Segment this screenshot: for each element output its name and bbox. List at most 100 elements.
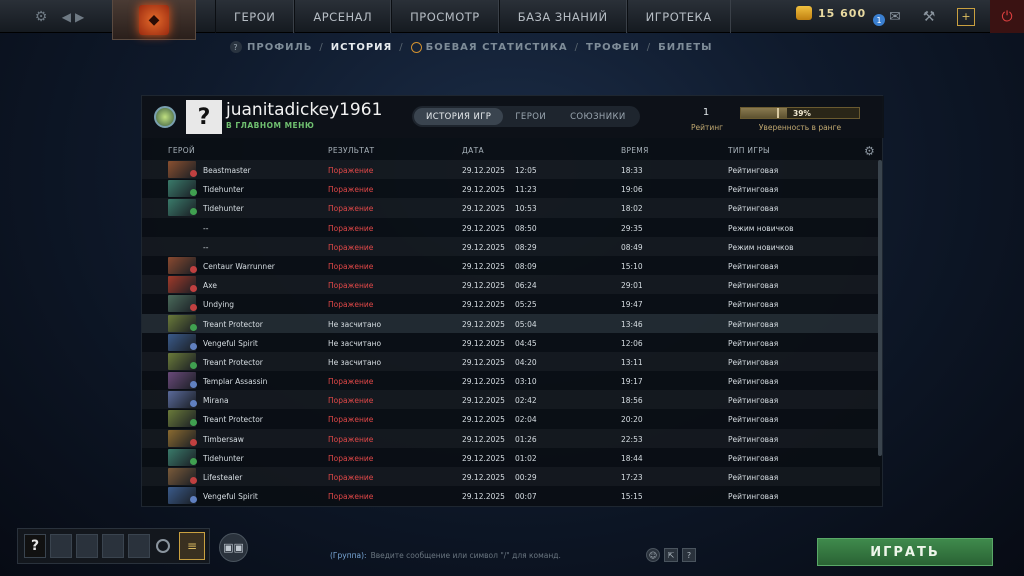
match-duration: 20:20 — [621, 415, 643, 425]
settings-icon[interactable]: ⚙ — [864, 144, 875, 158]
emoji-icon[interactable]: ☺ — [646, 548, 660, 562]
game-type: Рейтинговая — [728, 377, 779, 387]
party-slot[interactable] — [128, 534, 150, 558]
subnav-tickets[interactable]: БИЛЕТЫ — [658, 42, 712, 53]
table-row[interactable]: Templar Assassin Поражение 29.12.2025 03:10… — [142, 371, 880, 390]
hero-role-icon — [190, 477, 197, 484]
match-duration: 19:47 — [621, 300, 643, 310]
party-slot[interactable] — [102, 534, 124, 558]
user-status: В ГЛАВНОМ МЕНЮ — [226, 121, 315, 130]
game-type: Рейтинговая — [728, 492, 779, 502]
table-row[interactable]: Vengeful Spirit Поражение 29.12.2025 00:07 1… — [142, 486, 880, 505]
party-settings-icon[interactable] — [156, 539, 170, 553]
mail-icon[interactable]: ✉ — [880, 0, 910, 33]
game-type: Рейтинговая — [728, 357, 779, 367]
table-row[interactable]: Tidehunter Поражение 29.12.2025 10:53 18:02 Р… — [142, 198, 880, 218]
play-button[interactable]: ИГРАТЬ — [817, 538, 993, 566]
party-self-avatar[interactable]: ? — [24, 534, 46, 558]
table-row[interactable]: Treant Protector Не засчитано 29.12.2025 05… — [142, 313, 880, 333]
table-row[interactable]: Mirana Поражение 29.12.2025 02:42 18:56 Рейти… — [142, 390, 880, 410]
rank-confidence-value: 39% — [793, 108, 811, 118]
rank-emblem-icon[interactable] — [148, 100, 182, 134]
nav-learn[interactable]: БАЗА ЗНАНИЙ — [498, 0, 627, 33]
match-list: Beastmaster Поражение 29.12.2025 12:05 18:33… — [142, 160, 880, 505]
subnav-separator: / — [574, 41, 580, 53]
match-duration: 15:15 — [621, 492, 643, 502]
subnav-battle-stats[interactable]: БОЕВАЯ СТАТИСТИКА — [426, 42, 568, 53]
chat-input[interactable]: (Группа): Введите сообщение или символ "… — [330, 547, 700, 563]
tab-heroes[interactable]: ГЕРОИ — [503, 108, 558, 125]
match-date: 29.12.2025 — [462, 300, 505, 310]
table-row[interactable]: Beastmaster Поражение 29.12.2025 12:05 18:33… — [142, 160, 880, 180]
friends-icon[interactable]: ▣▣ — [219, 533, 248, 562]
nav-heroes[interactable]: ГЕРОИ — [215, 0, 295, 33]
game-type: Рейтинговая — [728, 204, 779, 214]
match-start-time: 00:07 — [515, 492, 537, 502]
hero-role-icon — [190, 342, 197, 350]
party-slot[interactable] — [50, 534, 72, 558]
nav-arcade[interactable]: ИГРОТЕКА — [626, 0, 731, 33]
dota-logo-button[interactable]: ◆ — [112, 0, 196, 40]
rank-medal-icon[interactable]: ≡ — [179, 532, 205, 560]
hero-name: -- — [203, 242, 209, 252]
table-row[interactable]: Timbersaw Поражение 29.12.2025 01:26 22:53 Ре… — [142, 428, 880, 448]
nav-armory[interactable]: АРСЕНАЛ — [294, 0, 392, 33]
match-date: 29.12.2025 — [462, 166, 505, 175]
tab-match-history[interactable]: ИСТОРИЯ ИГР — [414, 108, 504, 125]
match-start-time: 02:42 — [515, 396, 537, 406]
subnav-history[interactable]: ИСТОРИЯ — [331, 42, 392, 53]
subnav-trophies[interactable]: ТРОФЕИ — [586, 42, 640, 53]
table-row[interactable]: Axe Поражение 29.12.2025 06:24 29:01 Рейтинго… — [142, 275, 880, 295]
match-start-time: 05:25 — [515, 300, 537, 310]
col-result[interactable]: РЕЗУЛЬТАТ — [328, 146, 374, 155]
top-bar: ⚙ ◀ ▶ ◆ ГЕРОИ АРСЕНАЛ ПРОСМОТР БАЗА ЗНАНИ… — [0, 0, 1024, 40]
match-start-time: 03:10 — [515, 377, 537, 387]
match-date: 29.12.2025 — [462, 223, 505, 233]
table-row[interactable]: Lifestealer Поражение 29.12.2025 00:29 17:23… — [142, 467, 880, 487]
match-duration: 19:06 — [621, 185, 643, 195]
table-row[interactable]: Treant Protector Не засчитано 29.12.2025 04… — [142, 351, 880, 372]
table-row[interactable]: Tidehunter Поражение 29.12.2025 01:02 18:44 Р… — [142, 448, 880, 467]
match-result: Не засчитано — [328, 319, 382, 329]
wrench-icon[interactable]: ⚒ — [916, 0, 942, 33]
chat-channel[interactable]: (Группа): — [330, 551, 367, 560]
power-button[interactable]: ⏻ — [990, 0, 1024, 33]
currency-display[interactable]: 15 600 — [796, 6, 866, 20]
table-row[interactable]: Treant Protector Поражение 29.12.2025 02:04… — [142, 409, 880, 428]
match-start-time: 05:04 — [515, 319, 537, 329]
forward-icon[interactable]: ▶ — [75, 10, 88, 24]
table-row[interactable]: Undying Поражение 29.12.2025 05:25 19:47 Рейт… — [142, 294, 880, 313]
table-row[interactable]: -- Поражение 29.12.2025 08:50 29:35 Режим нов… — [142, 218, 880, 237]
table-row[interactable]: Vengeful Spirit Не засчитано 29.12.2025 04:… — [142, 333, 880, 352]
game-type: Рейтинговая — [728, 319, 779, 329]
subnav-profile[interactable]: ПРОФИЛЬ — [247, 42, 312, 53]
hero-name: Vengeful Spirit — [203, 492, 258, 502]
match-date: 29.12.2025 — [462, 357, 505, 367]
match-date: 29.12.2025 — [462, 415, 505, 425]
match-result: Поражение — [328, 396, 374, 406]
hero-name: Tidehunter — [203, 453, 244, 463]
party-slot[interactable] — [76, 534, 98, 558]
match-start-time: 00:29 — [515, 473, 537, 482]
back-icon[interactable]: ◀ — [62, 10, 75, 24]
table-row[interactable]: Centaur Warrunner Поражение 29.12.2025 08:0… — [142, 256, 880, 275]
match-result: Поражение — [328, 434, 374, 444]
col-hero[interactable]: ГЕРОЙ — [168, 146, 195, 155]
coin-icon — [796, 6, 812, 20]
tab-allies[interactable]: СОЮЗНИКИ — [558, 108, 638, 125]
col-duration[interactable]: ВРЕМЯ — [621, 146, 649, 155]
avatar[interactable]: ? — [186, 100, 222, 134]
gear-icon[interactable]: ⚙ — [28, 0, 54, 33]
col-game-type[interactable]: ТИП ИГРЫ — [728, 146, 770, 155]
table-row[interactable]: -- Поражение 29.12.2025 08:29 08:49 Режим нов… — [142, 236, 880, 256]
scrollbar[interactable] — [878, 160, 882, 456]
col-date[interactable]: ДАТА — [462, 146, 484, 155]
history-nav[interactable]: ◀ ▶ — [60, 0, 90, 33]
nav-watch[interactable]: ПРОСМОТР — [391, 0, 499, 33]
help-icon[interactable]: ? — [682, 548, 696, 562]
match-duration: 18:44 — [621, 453, 643, 463]
plus-button[interactable]: + — [953, 0, 979, 33]
table-row[interactable]: Tidehunter Поражение 29.12.2025 11:23 19:06 Р… — [142, 179, 880, 198]
match-result: Поражение — [328, 300, 374, 310]
chat-expand-icon[interactable]: ⇱ — [664, 548, 678, 562]
